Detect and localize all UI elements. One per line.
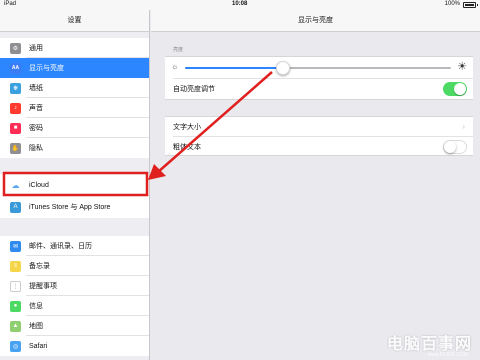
sidebar-item-label: 声音 xyxy=(29,105,43,112)
sidebar-item-notes[interactable]: ≡ 备忘录 xyxy=(0,256,149,276)
sun-small-icon: ☼ xyxy=(171,62,179,71)
sidebar-item-sound[interactable]: ♪ 声音 xyxy=(0,98,149,118)
sidebar-item-reminders[interactable]: ⋮ 提醒事项 xyxy=(0,276,149,296)
sidebar-item-label: 墙纸 xyxy=(29,85,43,92)
text-size-row[interactable]: 文字大小 › xyxy=(165,117,473,137)
safari-icon: ◎ xyxy=(10,340,21,352)
reminders-icon: ⋮ xyxy=(10,280,21,292)
brightness-group: ☼ ☀ 自动亮度调节 xyxy=(165,56,473,100)
brightness-slider-row: ☼ ☀ xyxy=(165,57,473,79)
messages-icon: ● xyxy=(10,300,21,312)
brightness-caption: 亮度 xyxy=(173,47,184,53)
sidebar-title: 设置 xyxy=(0,10,149,32)
auto-brightness-label: 自动亮度调节 xyxy=(173,86,215,93)
sidebar-item-label: 邮件、通讯录、日历 xyxy=(29,243,92,250)
carrier-label: iPad xyxy=(4,1,17,7)
watermark-logo: 电脑百事网 www.PC841.COM xyxy=(386,330,472,358)
icloud-icon: ☁ xyxy=(10,179,21,191)
status-bar: iPad 10:08 100% xyxy=(0,0,480,10)
battery-icon xyxy=(463,2,478,8)
mail-icon: ✉ xyxy=(10,240,21,252)
sidebar-item-label: 隐私 xyxy=(29,145,43,152)
lock-icon: ■ xyxy=(10,122,21,134)
sidebar-item-maps[interactable]: ▲ 地图 xyxy=(0,316,149,336)
auto-brightness-toggle[interactable] xyxy=(443,82,467,96)
ipad-screen: iPad 10:08 100% 设置 ⚙ 通用 AA 显示与亮度 ❋ 墙纸 ♪ … xyxy=(0,0,480,360)
app-store-icon: A xyxy=(10,201,21,213)
maps-icon: ▲ xyxy=(10,320,21,332)
sidebar-item-label: Safari xyxy=(29,342,48,350)
settings-sidebar: 设置 ⚙ 通用 AA 显示与亮度 ❋ 墙纸 ♪ 声音 ■ 密码 ✋ 隐私 ☁ i… xyxy=(0,10,150,360)
page-title: 显示与亮度 xyxy=(151,10,480,32)
sidebar-item-label: 通用 xyxy=(29,45,43,52)
privacy-hand-icon: ✋ xyxy=(10,142,21,154)
auto-brightness-row: 自动亮度调节 xyxy=(165,79,473,99)
sidebar-item-itunes-app-store[interactable]: A iTunes Store 与 App Store xyxy=(0,196,149,218)
brightness-slider[interactable] xyxy=(185,61,451,75)
sidebar-item-label: iTunes Store 与 App Store xyxy=(29,204,111,211)
bold-text-toggle[interactable] xyxy=(443,140,467,154)
sidebar-item-label: 备忘录 xyxy=(29,263,50,270)
sidebar-item-display-brightness[interactable]: AA 显示与亮度 xyxy=(0,58,149,78)
sidebar-item-general[interactable]: ⚙ 通用 xyxy=(0,38,149,58)
brightness-slider-fill xyxy=(185,67,284,69)
sidebar-item-safari[interactable]: ◎ Safari xyxy=(0,336,149,356)
sidebar-item-label: 显示与亮度 xyxy=(29,65,64,72)
sidebar-item-label: 地图 xyxy=(29,323,43,330)
brightness-slider-thumb[interactable] xyxy=(276,61,291,75)
gear-icon: ⚙ xyxy=(10,42,21,54)
sidebar-group-accounts: ☁ iCloud A iTunes Store 与 App Store xyxy=(0,174,149,218)
wallpaper-icon: ❋ xyxy=(10,82,21,94)
sidebar-item-passcode[interactable]: ■ 密码 xyxy=(0,118,149,138)
sidebar-item-label: iCloud xyxy=(29,181,49,189)
clock: 10:08 xyxy=(232,1,248,7)
sun-large-icon: ☀ xyxy=(457,61,467,73)
text-group: 文字大小 › 粗体文本 xyxy=(165,116,473,156)
sidebar-item-privacy[interactable]: ✋ 隐私 xyxy=(0,138,149,158)
text-size-label: 文字大小 xyxy=(173,124,201,131)
sound-icon: ♪ xyxy=(10,102,21,114)
watermark-text: 电脑百事网 xyxy=(386,336,472,353)
chevron-right-icon: › xyxy=(462,122,465,131)
notes-icon: ≡ xyxy=(10,260,21,272)
sidebar-item-mail-contacts-calendars[interactable]: ✉ 邮件、通讯录、日历 xyxy=(0,236,149,256)
sidebar-item-label: 密码 xyxy=(29,125,43,132)
sidebar-item-messages[interactable]: ● 信息 xyxy=(0,296,149,316)
bold-text-label: 粗体文本 xyxy=(173,144,201,151)
display-icon: AA xyxy=(10,62,21,74)
sidebar-group-apps: ✉ 邮件、通讯录、日历 ≡ 备忘录 ⋮ 提醒事项 ● 信息 ▲ 地图 ◎ Saf… xyxy=(0,236,149,356)
bold-text-row: 粗体文本 xyxy=(165,137,473,157)
sidebar-item-label: 信息 xyxy=(29,303,43,310)
sidebar-group-system: ⚙ 通用 AA 显示与亮度 ❋ 墙纸 ♪ 声音 ■ 密码 ✋ 隐私 xyxy=(0,38,149,158)
sidebar-item-label: 提醒事项 xyxy=(29,283,57,290)
sidebar-item-wallpaper[interactable]: ❋ 墙纸 xyxy=(0,78,149,98)
display-brightness-panel: 显示与亮度 亮度 ☼ ☀ 自动亮度调节 文字大小 › 粗体文本 xyxy=(151,10,480,360)
watermark-url: www.PC841.COM xyxy=(427,352,468,358)
sidebar-item-icloud[interactable]: ☁ iCloud xyxy=(0,174,149,196)
battery-percent: 100% xyxy=(444,1,460,7)
